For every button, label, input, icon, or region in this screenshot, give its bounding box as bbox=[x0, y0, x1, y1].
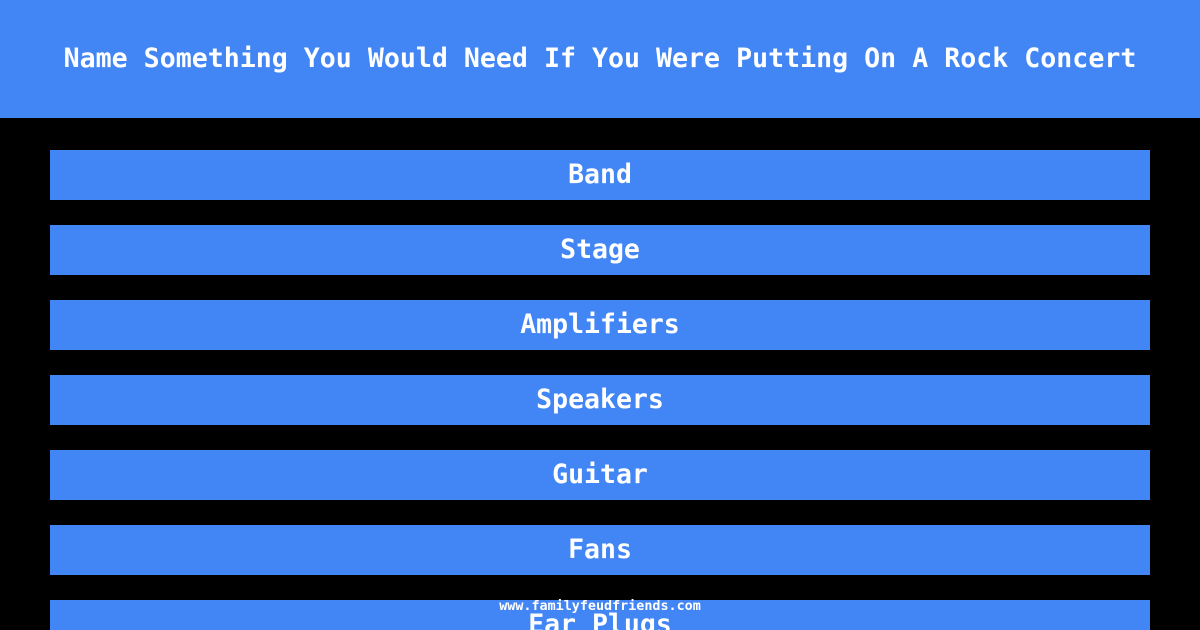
answer-label: Amplifiers bbox=[520, 308, 680, 340]
answer-label: Ear Plugs bbox=[528, 608, 672, 630]
header-banner: Name Something You Would Need If You Wer… bbox=[0, 0, 1200, 118]
answer-label: Guitar bbox=[552, 458, 648, 490]
answer-label: Band bbox=[568, 158, 632, 190]
answer-row[interactable]: Band bbox=[50, 150, 1150, 200]
answer-row[interactable]: Speakers bbox=[50, 375, 1150, 425]
page-root: Name Something You Would Need If You Wer… bbox=[0, 0, 1200, 630]
page-title: Name Something You Would Need If You Wer… bbox=[63, 42, 1137, 74]
answer-row[interactable]: Guitar bbox=[50, 450, 1150, 500]
answer-row[interactable]: Amplifiers bbox=[50, 300, 1150, 350]
answer-list: Band Stage Amplifiers Speakers Guitar Fa… bbox=[50, 150, 1150, 630]
answer-label: Fans bbox=[568, 533, 632, 565]
answer-row[interactable]: Stage bbox=[50, 225, 1150, 275]
answer-label: Stage bbox=[560, 233, 640, 265]
answer-label: Speakers bbox=[536, 383, 664, 415]
answer-row[interactable]: Fans bbox=[50, 525, 1150, 575]
answer-row[interactable]: Ear Plugs bbox=[50, 600, 1150, 630]
